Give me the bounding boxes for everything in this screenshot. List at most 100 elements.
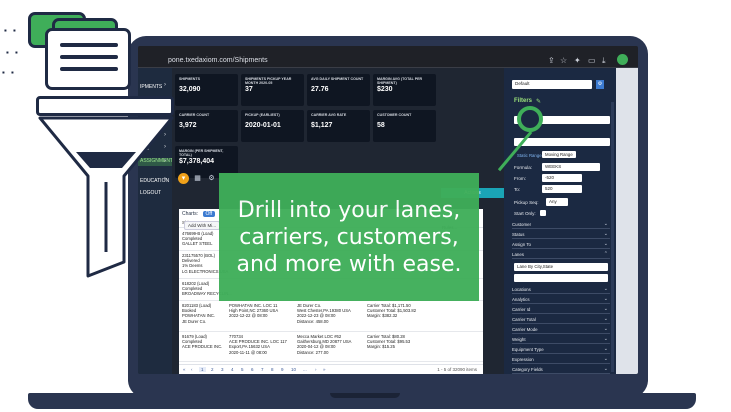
dots-decoration: ▪ ▪ <box>4 26 18 35</box>
filter-section-locations[interactable]: Locations ⌄ <box>512 286 610 294</box>
edit-icon[interactable]: ✎ <box>536 98 541 105</box>
filter-section-carrier-total[interactable]: Carrier Total ⌄ <box>512 316 610 324</box>
metric-value: $1,127 <box>311 122 333 129</box>
moving-range-tab[interactable]: Moving Range <box>542 151 576 158</box>
bookmark-star-icon[interactable]: ☆ <box>560 56 567 65</box>
table-row[interactable]: 91679 (Load) Completed ACE PRODUCE INC. … <box>179 332 483 362</box>
address-bar[interactable]: pone.txedaxiom.com/Shipments <box>168 57 268 64</box>
grid-icon[interactable]: ▦ <box>192 173 203 184</box>
lanes-select[interactable]: Lane By City,State <box>514 263 608 271</box>
metric-value: $7,378,404 <box>179 158 215 165</box>
metric-value: 3,972 <box>179 122 197 129</box>
filter-funnel-icon[interactable]: ▾ <box>178 173 189 184</box>
chevron-down-icon: ⌄ <box>603 336 608 342</box>
download-icon[interactable]: ⤓ <box>602 56 606 66</box>
profile-avatar[interactable] <box>617 54 628 65</box>
formula-select[interactable]: WEEKS <box>542 163 600 171</box>
page-9-button[interactable]: 9 <box>281 367 284 372</box>
start-only-label: Start Only: <box>514 211 536 216</box>
page-4-button[interactable]: 4 <box>231 367 234 372</box>
pickup-seq-select[interactable]: Any <box>546 198 568 206</box>
metric-label: CARRIER COUNT <box>179 113 210 117</box>
from-label: From: <box>514 176 526 181</box>
chevron-down-icon: ⌄ <box>603 241 608 247</box>
shipment-summary-cell: 476699-B (Load) Completed GALLET STEEL <box>182 231 214 247</box>
page-8-button[interactable]: 8 <box>271 367 274 372</box>
filter-section-lanes[interactable]: Lanes ⌃ <box>512 251 610 259</box>
pickup-cell: POWHATAN INC. LOC 11 High Point,NC 27360… <box>229 303 279 319</box>
page-6-button[interactable]: 6 <box>251 367 254 372</box>
page-2-button[interactable]: 2 <box>211 367 214 372</box>
filter-section-carrier-id[interactable]: Carrier Id ⌄ <box>512 306 610 314</box>
filter-section-category-fields[interactable]: Category Fields ⌄ <box>512 366 610 374</box>
extensions-icon[interactable]: ✦ <box>574 56 581 65</box>
filter-section-customer[interactable]: Customer ⌄ <box>512 221 610 229</box>
filter-section-expression[interactable]: Expression ⌄ <box>512 356 610 364</box>
share-icon[interactable]: ⇪ <box>548 56 555 65</box>
charts-toggle[interactable]: Off <box>202 211 216 217</box>
static-range-tab[interactable]: Static Range <box>514 152 545 159</box>
section-label: Assign To <box>512 242 531 247</box>
first-page-button[interactable]: « <box>183 367 186 372</box>
metric-value: 58 <box>377 122 385 129</box>
shipment-summary-cell: 91679 (Load) Completed ACE PRODUCE INC. <box>182 334 223 350</box>
filter-section-analytics[interactable]: Analytics ⌄ <box>512 296 610 304</box>
settings-icon[interactable]: ⚙ <box>206 173 217 184</box>
more-pages-button[interactable]: ... <box>303 367 307 372</box>
financials-cell: Carrier Total: $1,171.50 Customer Total:… <box>367 303 417 319</box>
sidebar-toggle-icon[interactable]: ▭ <box>588 56 596 65</box>
filter-select[interactable] <box>514 138 610 146</box>
metric-label: MARGIN (PER SHIPMENT, TOTAL) <box>179 149 224 157</box>
next-page-button[interactable]: › <box>315 367 317 372</box>
feature-callout: Drill into your lanes, carriers, custome… <box>219 173 479 301</box>
last-page-button[interactable]: » <box>323 367 326 372</box>
lanes-input[interactable] <box>514 274 608 282</box>
metric-card: CARRIER AVG RATE $1,127 <box>307 110 370 142</box>
sidebar-item-shipments[interactable]: IPMENTS <box>138 84 172 90</box>
from-input[interactable]: -520 <box>542 174 582 182</box>
metric-value: 32,090 <box>179 86 201 93</box>
metric-value: 27.76 <box>311 86 329 93</box>
page-3-button[interactable]: 3 <box>221 367 224 372</box>
browser-toolbar: pone.txedaxiom.com/Shipments ⇪ ☆ ✦ ▭ ⤓ <box>138 46 638 68</box>
section-label: Carrier Mode <box>512 327 538 332</box>
table-row[interactable]: 8201183 (Load) Booked POWHATAN INC. JE D… <box>179 301 483 332</box>
chevron-down-icon: ⌄ <box>603 346 608 352</box>
gear-icon[interactable]: ⚙ <box>596 80 604 89</box>
section-label: Status <box>512 232 525 237</box>
section-label: Locations <box>512 287 531 292</box>
start-only-checkbox[interactable] <box>540 210 546 216</box>
metric-value: 37 <box>245 86 253 93</box>
callout-text: Drill into your lanes, carriers, custome… <box>236 198 462 277</box>
page-10-button[interactable]: 10 <box>291 367 296 372</box>
section-label: Weight <box>512 337 526 342</box>
chevron-up-icon: ⌃ <box>603 251 608 257</box>
chevron-down-icon: ⌄ <box>603 231 608 237</box>
chevron-down-icon: ⌄ <box>603 316 608 322</box>
shipment-summary-cell: 8201183 (Load) Booked POWHATAN INC. JE D… <box>182 303 216 324</box>
page-5-button[interactable]: 5 <box>241 367 244 372</box>
filters-scrollbar[interactable] <box>611 102 614 372</box>
charts-label: Charts: <box>182 211 199 217</box>
filter-section-carrier-mode[interactable]: Carrier Mode ⌄ <box>512 326 610 334</box>
add-widget-button[interactable]: Add With Mi... <box>184 221 221 230</box>
prev-page-button[interactable]: ‹ <box>191 367 193 372</box>
to-input[interactable]: 520 <box>542 185 582 193</box>
metric-value: 2020-01-01 <box>245 122 281 129</box>
section-label: Category Fields <box>512 367 543 372</box>
section-label: Analytics <box>512 297 530 302</box>
dots-decoration: ▪ ▪ <box>2 68 16 77</box>
pickup-cell: 770734 ACE PRODUCE INC. LOC 117 Export,P… <box>229 334 287 355</box>
financials-cell: Carrier Total: $80.28 Customer Total: $9… <box>367 334 411 350</box>
view-select[interactable]: Default <box>512 80 592 89</box>
page-7-button[interactable]: 7 <box>261 367 264 372</box>
formula-label: Formula: <box>514 165 533 170</box>
chevron-right-icon: › <box>164 82 166 88</box>
filter-section-weight[interactable]: Weight ⌄ <box>512 336 610 344</box>
delivery-cell: Mecca Market LOC #62 Gaithersburg,MD 208… <box>297 334 352 355</box>
highlight-ring <box>517 106 543 132</box>
filter-section-equipment-type[interactable]: Equipment Type ⌄ <box>512 346 610 354</box>
page-1-button[interactable]: 1 <box>199 367 206 372</box>
filter-section-status[interactable]: Status ⌄ <box>512 231 610 239</box>
filter-section-assign-to[interactable]: Assign To ⌄ <box>512 241 610 249</box>
